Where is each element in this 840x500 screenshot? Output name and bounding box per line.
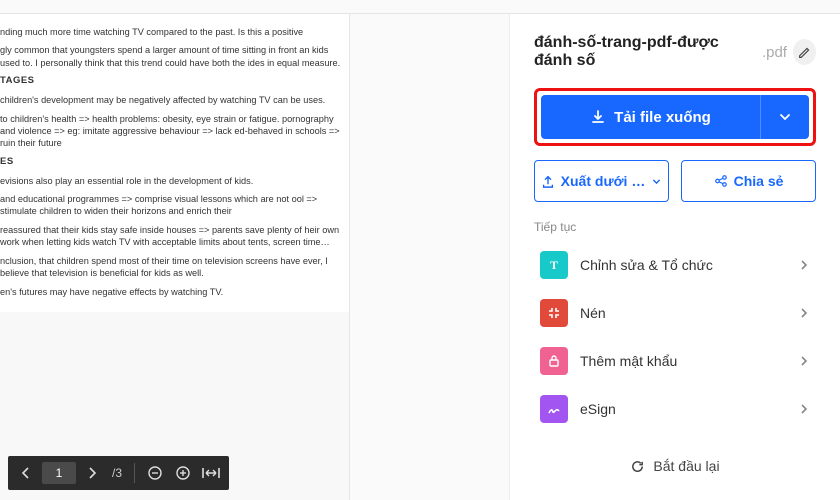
restart-button[interactable]: Bắt đầu lại: [534, 458, 816, 474]
chevron-down-icon: [651, 176, 662, 187]
doc-heading: ES: [0, 156, 341, 169]
doc-text: nding much more time watching TV compare…: [0, 26, 341, 38]
doc-text: evisions also play an essential role in …: [0, 175, 341, 187]
restart-label: Bắt đầu lại: [653, 458, 719, 474]
chevron-right-icon: [798, 355, 810, 367]
svg-text:T: T: [550, 258, 558, 272]
prev-page-button[interactable]: [14, 461, 38, 485]
file-extension: .pdf: [762, 44, 787, 61]
pdf-toolbar: /3: [8, 456, 229, 490]
chevron-right-icon: [798, 307, 810, 319]
doc-text: en's futures may have negative effects b…: [0, 286, 341, 298]
download-button-group: Tải file xuống: [541, 95, 809, 139]
actions-panel: đánh-số-trang-pdf-được đánh số .pdf Tải …: [510, 14, 840, 500]
download-label: Tải file xuống: [614, 109, 711, 126]
toolbar-separator: [134, 463, 135, 483]
pdf-preview-pane: nding much more time watching TV compare…: [0, 14, 350, 500]
action-label: eSign: [580, 401, 786, 417]
preview-gutter: [350, 14, 510, 500]
chevron-down-icon: [778, 110, 792, 124]
download-icon: [590, 109, 606, 125]
file-name: đánh-số-trang-pdf-được đánh số: [534, 34, 756, 70]
action-label: Nén: [580, 305, 786, 321]
page-total: /3: [112, 466, 122, 480]
share-button[interactable]: Chia sẻ: [681, 160, 816, 202]
chevron-right-icon: [798, 403, 810, 415]
compress-icon: [540, 299, 568, 327]
download-highlight: Tải file xuống: [534, 88, 816, 146]
action-compress[interactable]: Nén: [534, 292, 816, 334]
continue-label: Tiếp tục: [534, 220, 816, 234]
doc-heading: TAGES: [0, 75, 341, 88]
titlebar: [0, 0, 840, 14]
zoom-out-button[interactable]: [143, 461, 167, 485]
share-icon: [714, 174, 728, 188]
doc-text: children's development may be negatively…: [0, 94, 341, 106]
share-label: Chia sẻ: [734, 173, 784, 189]
doc-text: gly common that youngsters spend a large…: [0, 44, 341, 69]
doc-text: reassured that their kids stay safe insi…: [0, 224, 341, 249]
rename-button[interactable]: [793, 39, 816, 65]
pencil-icon: [798, 46, 811, 59]
doc-text: to children's health => health problems:…: [0, 113, 341, 150]
signature-icon: [540, 395, 568, 423]
refresh-icon: [630, 459, 645, 474]
action-add-password[interactable]: Thêm mật khẩu: [534, 340, 816, 382]
action-esign[interactable]: eSign: [534, 388, 816, 430]
next-page-button[interactable]: [80, 461, 104, 485]
action-label: Chỉnh sửa & Tổ chức: [580, 257, 786, 273]
lock-icon: [540, 347, 568, 375]
action-edit-organize[interactable]: T Chỉnh sửa & Tổ chức: [534, 244, 816, 286]
action-label: Thêm mật khẩu: [580, 353, 786, 369]
document-content: nding much more time watching TV compare…: [0, 14, 349, 312]
doc-text: and educational programmes => comprise v…: [0, 193, 341, 218]
download-button[interactable]: Tải file xuống: [541, 95, 761, 139]
text-icon: T: [540, 251, 568, 279]
export-icon: [541, 174, 555, 188]
export-label: Xuất dưới …: [561, 173, 646, 189]
export-as-button[interactable]: Xuất dưới …: [534, 160, 669, 202]
fit-width-button[interactable]: [199, 461, 223, 485]
zoom-in-button[interactable]: [171, 461, 195, 485]
filename-row: đánh-số-trang-pdf-được đánh số .pdf: [534, 34, 816, 70]
page-number-input[interactable]: [42, 462, 76, 484]
doc-text: nclusion, that children spend most of th…: [0, 255, 341, 280]
chevron-right-icon: [798, 259, 810, 271]
download-dropdown[interactable]: [761, 95, 809, 139]
